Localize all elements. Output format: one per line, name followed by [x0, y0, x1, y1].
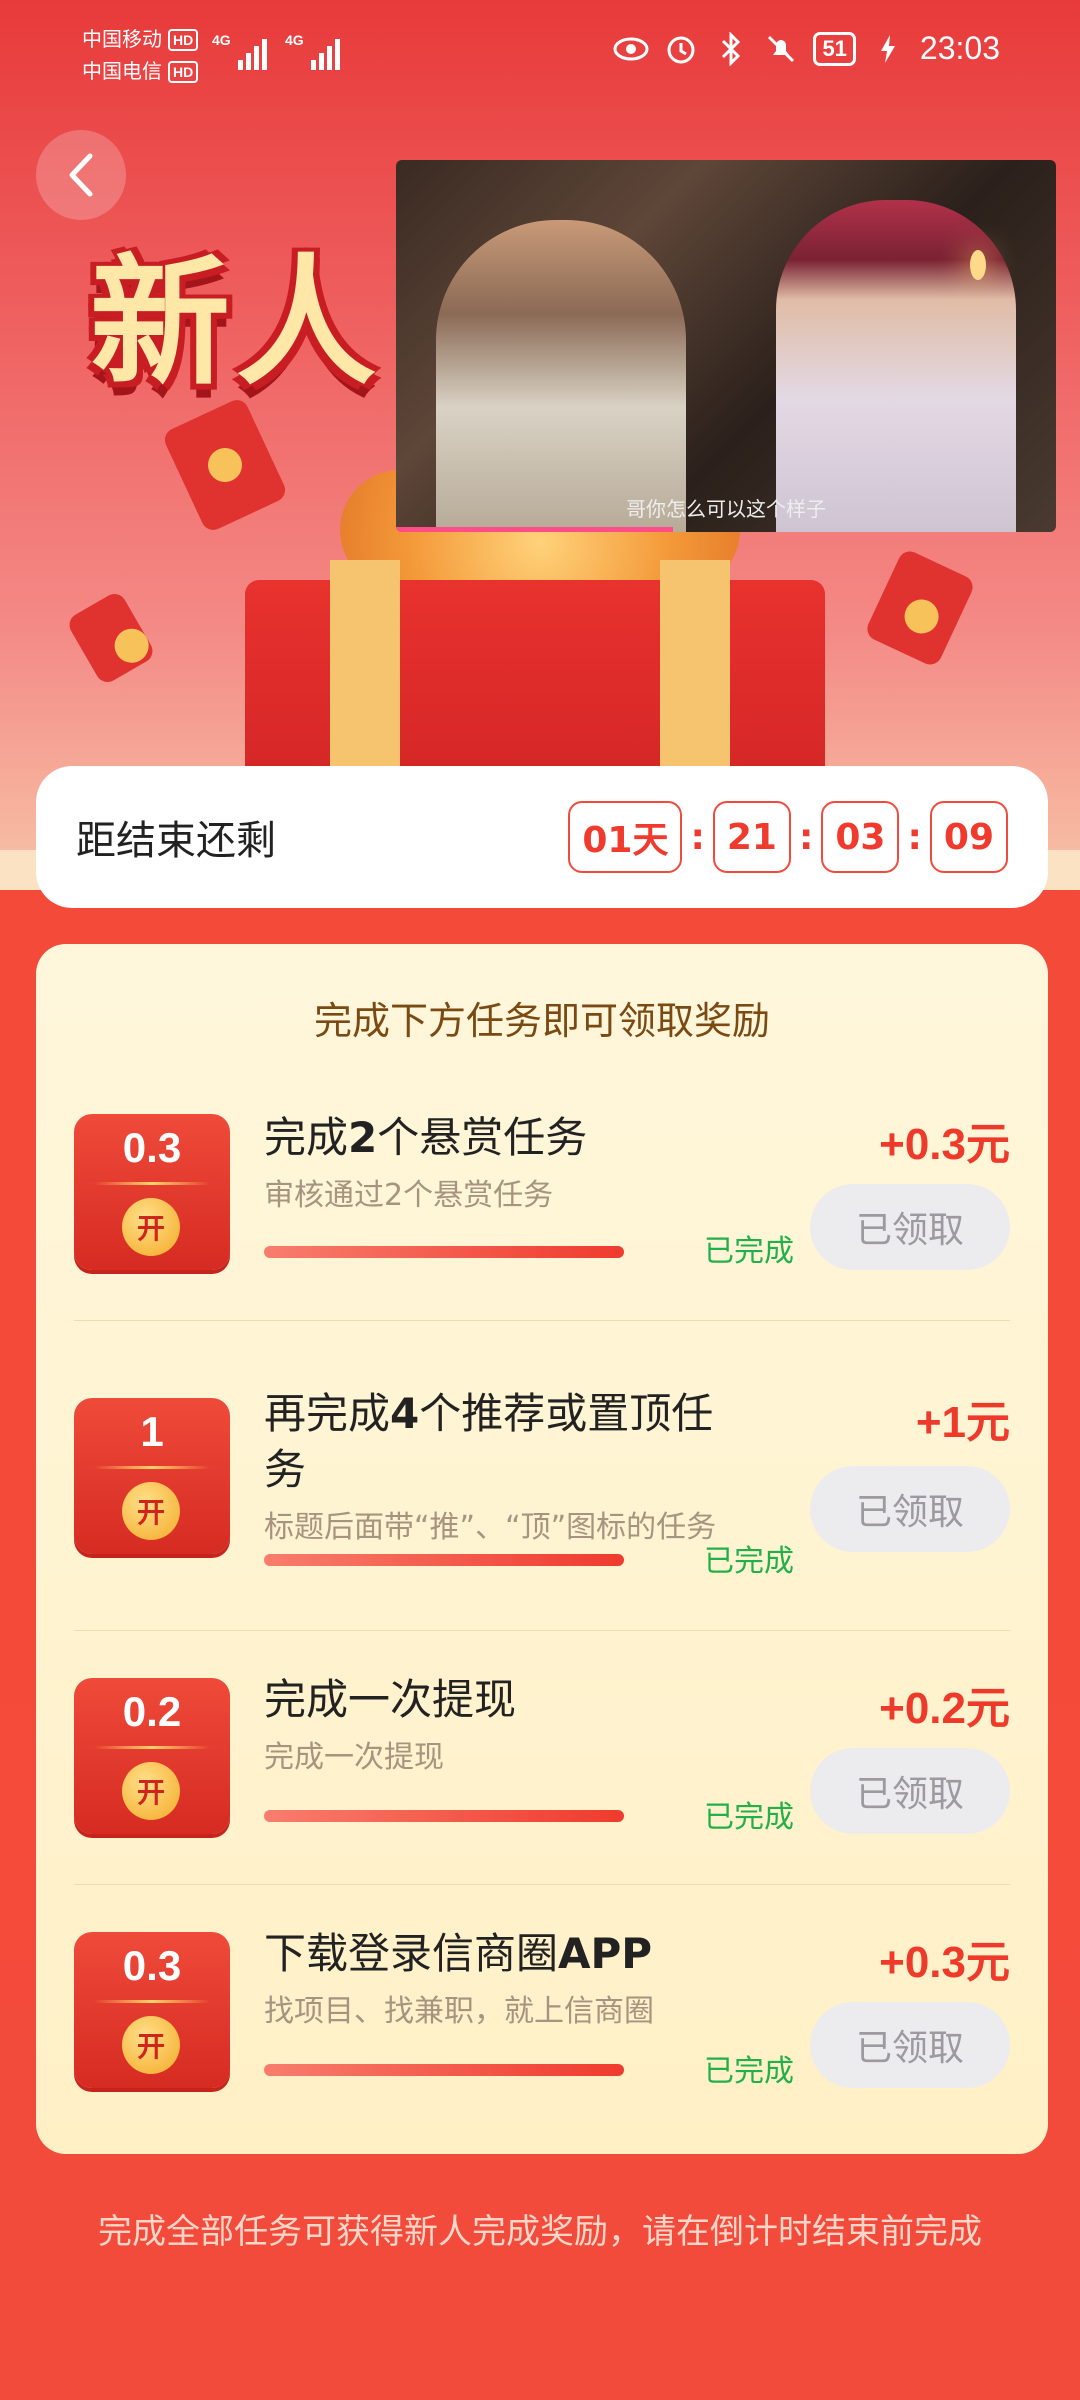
battery-indicator: 51: [813, 31, 856, 66]
countdown-hours: 21: [712, 801, 791, 873]
countdown-separator: :: [798, 816, 814, 858]
reward-tile-divider: [94, 1182, 210, 1185]
reward-tile[interactable]: 1 开: [74, 1398, 230, 1554]
hero-title-art: 新人: [90, 242, 383, 405]
divider: [74, 1320, 1010, 1321]
countdown-separator: :: [690, 816, 705, 858]
reward-tile-divider: [94, 2000, 210, 2003]
task-progress-bar: [264, 1246, 624, 1258]
reward-tile-amount: 0.2: [122, 1688, 182, 1735]
reward-tile-amount: 0.3: [122, 1942, 182, 1989]
status-right: 51 23:03: [613, 30, 1000, 67]
reward-tile[interactable]: 0.3 开: [74, 1114, 230, 1270]
task-status: 已完成: [704, 1234, 794, 1269]
claimed-button[interactable]: 已领取: [810, 1466, 1010, 1552]
task-progress-bar: [264, 1810, 624, 1822]
task-item: 0.3 开 完成2个悬赏任务 审核通过2个悬赏任务 已完成 +0.3元 已领取: [74, 1113, 1010, 1284]
task-item: 0.2 开 完成一次提现 完成一次提现 已完成 +0.2元 已领取: [74, 1675, 1010, 1848]
divider: [74, 1630, 1010, 1631]
carrier-2: 中国电信: [82, 61, 162, 83]
divider: [74, 1884, 1010, 1885]
claimed-button[interactable]: 已领取: [810, 1748, 1010, 1834]
task-reward: +0.2元: [879, 1684, 1010, 1733]
video-progress: [396, 527, 674, 532]
reward-tile-divider: [94, 1466, 210, 1469]
reward-tile[interactable]: 0.3 开: [74, 1932, 230, 2088]
hd-badge: HD: [168, 29, 199, 51]
task-card: 完成下方任务即可领取奖励 0.3 开 完成2个悬赏任务 审核通过2个悬赏任务 已…: [36, 944, 1048, 2154]
task-reward: +1元: [915, 1398, 1010, 1447]
task-item: 0.3 开 下载登录信商圈APP 找项目、找兼职，就上信商圈 已完成 +0.3元…: [74, 1929, 1010, 2102]
reward-tile-divider: [94, 1746, 210, 1749]
open-coin-icon: 开: [122, 2016, 180, 2074]
task-item: 1 开 再完成4个推荐或置顶任务 标题后面带“推”、“顶”图标的任务 已完成 +…: [74, 1389, 1010, 1579]
floating-video-player[interactable]: 哥你怎么可以这个样子: [396, 160, 1056, 532]
task-section-title: 完成下方任务即可领取奖励: [313, 999, 770, 1043]
hd-badge: HD: [168, 61, 199, 83]
open-coin-icon: 开: [122, 1762, 180, 1820]
claimed-button[interactable]: 已领取: [810, 2002, 1010, 2088]
signal-icon: 4G: [212, 30, 267, 70]
task-status: 已完成: [704, 2054, 794, 2089]
red-envelope-icon: [160, 396, 290, 534]
chevron-left-icon: [69, 153, 93, 197]
countdown-separator: :: [907, 816, 922, 858]
red-envelope-icon: [65, 589, 157, 687]
task-reward: +0.3元: [879, 1120, 1010, 1169]
charging-icon: [870, 31, 906, 67]
task-name: 再完成4个推荐或置顶任务: [264, 1389, 714, 1494]
countdown-minutes: 03: [821, 801, 900, 873]
clock: 23:03: [919, 30, 1000, 66]
reward-tile-amount: 1: [140, 1408, 164, 1455]
reward-tile[interactable]: 0.2 开: [74, 1678, 230, 1834]
task-progress-bar: [264, 2064, 624, 2076]
reward-tile-amount: 0.3: [122, 1124, 182, 1171]
task-description: 审核通过2个悬赏任务: [264, 1178, 554, 1213]
countdown-days: 01天: [568, 801, 683, 873]
open-coin-icon: 开: [122, 1482, 180, 1540]
footer-note: 完成全部任务可获得新人完成奖励，请在倒计时结束前完成: [98, 2212, 982, 2252]
back-button[interactable]: [36, 130, 126, 220]
red-envelope-icon: [863, 547, 977, 669]
task-description: 找项目、找兼职，就上信商圈: [264, 1994, 654, 2029]
task-progress-bar: [264, 1554, 624, 1566]
bluetooth-icon: [713, 31, 749, 67]
countdown-card: 距结束还剩 01天 : 21 : 03 : 09: [36, 766, 1048, 908]
task-name: 完成一次提现: [264, 1675, 517, 1724]
task-status: 已完成: [704, 1544, 794, 1579]
carrier-info: 中国移动 HD 中国电信 HD: [82, 24, 199, 88]
open-coin-icon: 开: [122, 1198, 180, 1256]
eye-icon: [613, 31, 649, 67]
countdown-seconds: 09: [929, 801, 1008, 873]
task-description: 完成一次提现: [264, 1740, 444, 1775]
video-frame-figure: [436, 220, 686, 532]
task-name: 完成2个悬赏任务: [264, 1113, 588, 1162]
mute-icon: [763, 31, 799, 67]
video-frame-lamp: [970, 250, 986, 280]
task-name: 下载登录信商圈APP: [264, 1929, 653, 1978]
alarm-icon: [663, 31, 699, 67]
status-bar: 中国移动 HD 中国电信 HD 4G 4G 51 23:03: [0, 0, 1080, 110]
signal-icon: 4G: [285, 30, 340, 70]
task-status: 已完成: [704, 1800, 794, 1835]
task-description: 标题后面带“推”、“顶”图标的任务: [264, 1510, 717, 1545]
signal-indicators: 4G 4G: [212, 30, 340, 70]
claimed-button[interactable]: 已领取: [810, 1184, 1010, 1270]
countdown-label: 距结束还剩: [76, 818, 276, 864]
task-reward: +0.3元: [879, 1938, 1010, 1987]
carrier-1: 中国移动: [82, 29, 162, 51]
video-subtitle: 哥你怎么可以这个样子: [626, 497, 826, 521]
